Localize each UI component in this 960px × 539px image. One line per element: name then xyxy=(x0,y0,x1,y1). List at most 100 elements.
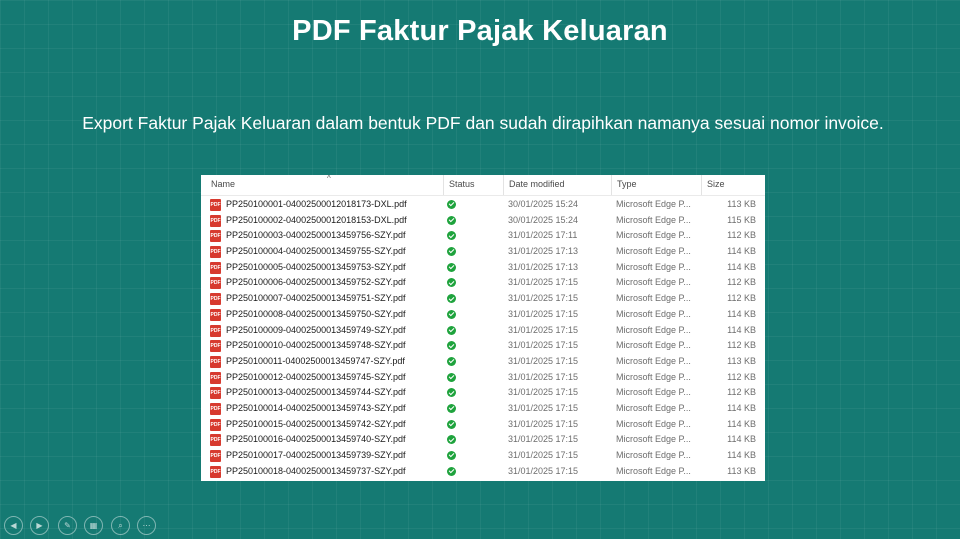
file-name: PP250100011-04002500013459747-SZY.pdf xyxy=(226,355,405,366)
more-options-icon[interactable]: ⋯ xyxy=(137,516,156,535)
file-row[interactable]: PDF PP250100017-04002500013459739-SZY.pdf… xyxy=(201,448,765,464)
column-header-type-label: Type xyxy=(617,179,637,189)
file-name: PP250100012-04002500013459745-SZY.pdf xyxy=(226,371,406,382)
file-date-modified: 31/01/2025 17:15 xyxy=(508,277,579,288)
file-row[interactable]: PDF PP250100006-04002500013459752-SZY.pdf… xyxy=(201,275,765,291)
sort-ascending-icon: ^ xyxy=(327,175,331,183)
file-date-modified: 31/01/2025 17:15 xyxy=(508,450,579,460)
file-size: 114 KB xyxy=(727,402,756,413)
pdf-file-icon: PDF xyxy=(210,277,221,290)
file-date-modified: 31/01/2025 17:15 xyxy=(508,371,579,382)
pdf-file-icon: PDF xyxy=(210,450,221,462)
synced-check-icon xyxy=(447,419,456,429)
file-type: Microsoft Edge P... xyxy=(616,230,691,241)
file-row[interactable]: PDF PP250100011-04002500013459747-SZY.pdf… xyxy=(201,354,765,370)
file-date-modified: 31/01/2025 17:15 xyxy=(508,434,579,445)
pdf-file-icon: PDF xyxy=(210,371,221,384)
previous-slide-icon[interactable]: ◀ xyxy=(4,516,23,535)
pdf-file-icon: PDF xyxy=(210,340,221,353)
synced-check-icon xyxy=(447,451,456,460)
file-row[interactable]: PDF PP250100015-04002500013459742-SZY.pdf… xyxy=(201,417,765,433)
file-date-modified: 31/01/2025 17:15 xyxy=(508,340,579,351)
synced-check-icon xyxy=(447,435,456,445)
file-row[interactable]: PDF PP250100007-04002500013459751-SZY.pdf… xyxy=(201,291,765,307)
file-type: Microsoft Edge P... xyxy=(616,199,691,209)
file-name: PP250100003-04002500013459756-SZY.pdf xyxy=(226,230,406,241)
column-header-date-modified[interactable]: Date modified xyxy=(503,175,611,195)
column-header-size[interactable]: Size xyxy=(701,175,765,195)
synced-check-icon xyxy=(447,215,456,225)
file-size: 114 KB xyxy=(727,434,756,445)
pdf-file-icon: PDF xyxy=(210,402,221,415)
file-row[interactable]: PDF PP250100008-04002500013459750-SZY.pdf… xyxy=(201,307,765,323)
file-row[interactable]: PDF PP250100016-04002500013459740-SZY.pdf… xyxy=(201,432,765,448)
pdf-file-icon: PDF xyxy=(210,418,221,431)
file-type: Microsoft Edge P... xyxy=(616,418,691,429)
file-row[interactable]: PDF PP250100013-04002500013459744-SZY.pdf… xyxy=(201,385,765,401)
file-size: 114 KB xyxy=(727,246,756,257)
file-type: Microsoft Edge P... xyxy=(616,324,691,335)
file-name: PP250100009-04002500013459749-SZY.pdf xyxy=(226,324,406,335)
file-row[interactable]: PDF PP250100018-04002500013459737-SZY.pdf… xyxy=(201,464,765,480)
file-date-modified: 31/01/2025 17:15 xyxy=(508,465,579,476)
file-size: 115 KB xyxy=(727,214,756,225)
file-type: Microsoft Edge P... xyxy=(616,340,691,351)
pen-icon[interactable]: ✎ xyxy=(58,516,77,535)
file-date-modified: 31/01/2025 17:15 xyxy=(508,387,579,398)
pdf-file-icon: PDF xyxy=(210,199,221,211)
file-date-modified: 31/01/2025 17:11 xyxy=(508,230,578,241)
pdf-file-icon: PDF xyxy=(210,308,221,321)
synced-check-icon xyxy=(447,372,456,382)
file-size: 113 KB xyxy=(727,199,756,209)
file-type: Microsoft Edge P... xyxy=(616,355,691,366)
file-row[interactable]: PDF PP250100001-04002500012018173-DXL.pdf… xyxy=(201,197,765,213)
pdf-file-icon: PDF xyxy=(210,434,221,447)
synced-check-icon xyxy=(447,356,456,366)
file-name: PP250100007-04002500013459751-SZY.pdf xyxy=(226,293,406,304)
file-status xyxy=(447,464,457,481)
slides-grid-icon[interactable]: ▦ xyxy=(84,516,103,535)
file-row[interactable]: PDF PP250100012-04002500013459745-SZY.pdf… xyxy=(201,370,765,386)
pdf-file-icon: PDF xyxy=(210,261,221,274)
column-header-status-label: Status xyxy=(449,179,475,189)
file-name: PP250100014-04002500013459743-SZY.pdf xyxy=(226,402,406,413)
column-header-date-label: Date modified xyxy=(509,179,565,189)
pdf-file-icon: PDF xyxy=(210,355,221,368)
file-row[interactable]: PDF PP250100014-04002500013459743-SZY.pdf… xyxy=(201,401,765,417)
synced-check-icon xyxy=(447,262,456,272)
column-header-size-label: Size xyxy=(707,179,725,189)
file-size: 112 KB xyxy=(727,277,756,288)
file-size: 112 KB xyxy=(727,293,756,304)
file-row[interactable]: PDF PP250100005-04002500013459753-SZY.pdf… xyxy=(201,260,765,276)
slide-title: PDF Faktur Pajak Keluaran xyxy=(292,15,668,47)
file-type: Microsoft Edge P... xyxy=(616,402,691,413)
next-slide-icon[interactable]: ▶ xyxy=(30,516,49,535)
synced-check-icon xyxy=(447,200,456,209)
file-row[interactable]: PDF PP250100009-04002500013459749-SZY.pdf… xyxy=(201,323,765,339)
file-name: PP250100018-04002500013459737-SZY.pdf xyxy=(226,465,406,476)
file-name: PP250100006-04002500013459752-SZY.pdf xyxy=(226,277,406,288)
file-type: Microsoft Edge P... xyxy=(616,450,691,460)
file-type: Microsoft Edge P... xyxy=(616,277,691,288)
column-header-status[interactable]: Status xyxy=(443,175,503,195)
file-date-modified: 31/01/2025 17:15 xyxy=(508,324,579,335)
column-header-type[interactable]: Type xyxy=(611,175,701,195)
file-size: 114 KB xyxy=(727,450,756,460)
file-name: PP250100008-04002500013459750-SZY.pdf xyxy=(226,308,406,319)
file-size: 112 KB xyxy=(727,371,756,382)
column-header-name[interactable]: Name ^ xyxy=(206,175,443,195)
file-size: 112 KB xyxy=(727,387,756,398)
file-type: Microsoft Edge P... xyxy=(616,371,691,382)
file-name: PP250100017-04002500013459739-SZY.pdf xyxy=(226,450,406,460)
file-row[interactable]: PDF PP250100002-04002500012018153-DXL.pdf… xyxy=(201,213,765,229)
file-date-modified: 31/01/2025 17:15 xyxy=(508,402,579,413)
file-row[interactable]: PDF PP250100003-04002500013459756-SZY.pdf… xyxy=(201,228,765,244)
file-size: 114 KB xyxy=(727,418,756,429)
file-date-modified: 31/01/2025 17:15 xyxy=(508,308,579,319)
zoom-icon[interactable]: ⌕ xyxy=(111,516,130,535)
pdf-file-icon: PDF xyxy=(210,214,221,227)
file-name: PP250100010-04002500013459748-SZY.pdf xyxy=(226,340,406,351)
file-row[interactable]: PDF PP250100010-04002500013459748-SZY.pdf… xyxy=(201,338,765,354)
file-row[interactable]: PDF PP250100004-04002500013459755-SZY.pdf… xyxy=(201,244,765,260)
file-size: 114 KB xyxy=(727,308,756,319)
